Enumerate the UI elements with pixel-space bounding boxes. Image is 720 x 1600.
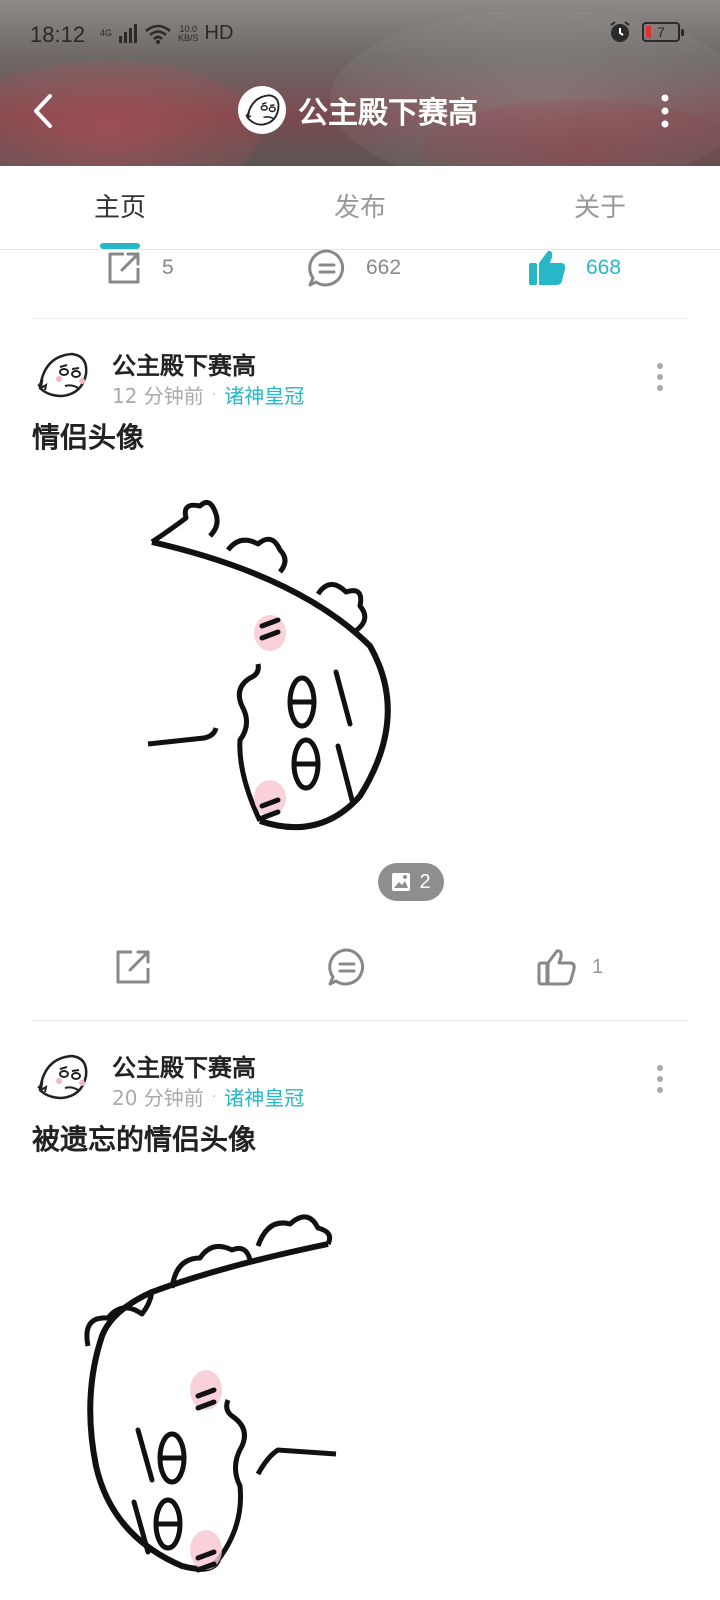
network-speed: 10.0 KB/S [178,24,199,43]
author-name[interactable]: 公主殿下赛高 [112,1048,256,1083]
image-count-badge[interactable]: 2 [378,863,444,901]
cartoon-dinosaur-image [84,1214,337,1573]
tab-label: 关于 [573,193,626,223]
alarm-icon [610,21,630,42]
cell-signal-icon [119,23,138,43]
share-icon [116,950,150,984]
meta-separator: · [211,386,217,403]
post-more-button[interactable] [650,1060,670,1100]
status-bar: 18:12 4G 10.0 KB/S HD 7 [0,0,720,72]
post-title[interactable]: 情侣头像 [32,416,144,456]
back-button[interactable] [24,86,70,136]
post-card[interactable]: 公主殿下赛高 20 分钟前 · 诸神皇冠 被遗忘的情侣头像 [0,1048,720,1600]
channel-avatar [238,86,286,134]
post-meta: 20 分钟前 · 诸神皇冠 [112,1082,304,1111]
meta-separator: · [211,1088,217,1105]
cartoon-face-icon [245,94,280,126]
author-avatar[interactable] [32,346,92,406]
cartoon-dinosaur-image [147,499,391,831]
hd-indicator: HD [204,22,234,44]
post-image[interactable] [140,496,410,836]
cartoon-face-icon [37,1054,88,1100]
post-image[interactable] [72,1196,352,1600]
comment-stat[interactable]: 662 [306,246,401,290]
more-vertical-icon [657,363,663,391]
tab-bar: 主页 发布 关于 [0,166,720,250]
comment-icon [308,249,345,287]
thumbs-up-icon [537,949,576,986]
more-vertical-icon [657,1065,663,1093]
tab-label: 发布 [333,193,386,223]
image-count: 2 [419,870,431,893]
thumbs-up-filled-icon [529,250,566,285]
more-options-button[interactable] [650,86,680,136]
share-stat[interactable]: 5 [104,246,174,290]
tab-posts[interactable]: 发布 [240,166,480,249]
nav-bar: 公主殿下赛高 [0,72,720,152]
network-indicators: 4G 10.0 KB/S HD [100,22,233,45]
post-more-button[interactable] [650,358,670,398]
battery-level: 7 [657,24,665,40]
post-meta: 12 分钟前 · 诸神皇冠 [112,380,304,409]
cartoon-face-icon [37,352,88,398]
more-vertical-icon [661,94,669,128]
comment-button[interactable] [326,946,368,988]
comment-count: 662 [366,256,402,279]
wifi-icon [145,24,171,44]
channel-header: 18:12 4G 10.0 KB/S HD 7 公主殿下赛高 [0,0,720,166]
status-right: 7 [608,20,684,44]
like-count: 1 [592,955,604,978]
tab-label: 主页 [93,193,146,223]
battery-indicator: 7 [642,22,684,42]
like-stat[interactable]: 668 [526,246,621,290]
comment-icon [328,948,365,986]
share-count: 5 [162,256,174,279]
share-icon [108,252,140,284]
author-avatar[interactable] [32,1048,92,1108]
image-icon [392,873,411,891]
speed-unit: KB/S [178,32,199,43]
tab-about[interactable]: 关于 [480,166,720,249]
tab-home[interactable]: 主页 [0,166,240,249]
share-button[interactable] [112,946,154,988]
like-button[interactable]: 1 [536,946,603,988]
author-name[interactable]: 公主殿下赛高 [112,346,256,381]
post-time: 12 分钟前 [112,384,204,408]
post-channel-link[interactable]: 诸神皇冠 [224,380,304,409]
divider [32,1020,688,1021]
channel-title: 公主殿下赛高 [298,96,478,131]
post-channel-link[interactable]: 诸神皇冠 [224,1082,304,1111]
chevron-left-icon [34,94,52,128]
status-time: 18:12 [30,22,86,47]
channel-stats: 5 662 668 [0,249,720,320]
network-type: 4G [100,28,113,38]
post-time: 20 分钟前 [112,1086,204,1110]
post-title[interactable]: 被遗忘的情侣头像 [32,1118,256,1158]
divider [32,318,688,319]
channel-title-group: 公主殿下赛高 [238,86,478,134]
post-card[interactable]: 公主殿下赛高 12 分钟前 · 诸神皇冠 情侣头像 2 1 [0,346,720,1016]
like-count: 668 [586,256,622,279]
